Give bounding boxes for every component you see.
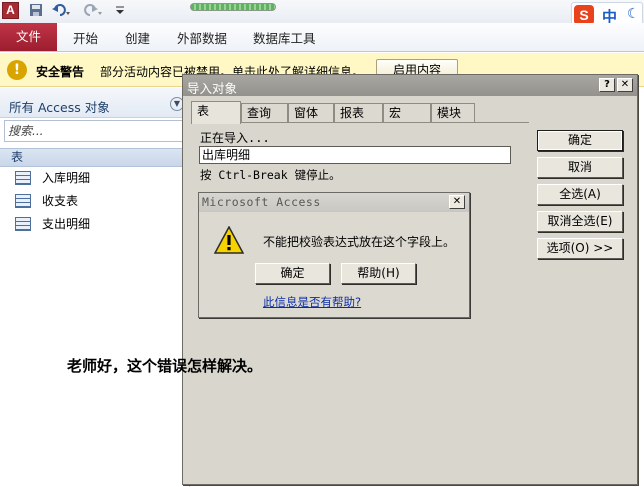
table-icon: [15, 171, 31, 185]
tab-tables[interactable]: 表: [191, 101, 241, 124]
moon-icon[interactable]: ☾: [627, 6, 640, 22]
access-app-icon[interactable]: A: [2, 2, 19, 19]
close-icon[interactable]: ✕: [617, 78, 633, 92]
activity-indicator: [190, 3, 276, 11]
sogou-logo-icon: S: [574, 5, 594, 25]
cancel-button[interactable]: 取消: [537, 157, 623, 178]
customize-qat-icon[interactable]: [114, 3, 126, 19]
security-warning-title: 安全警告: [36, 65, 85, 79]
help-icon[interactable]: ?: [599, 78, 615, 92]
ok-button[interactable]: 确定: [255, 263, 330, 284]
navigation-pane: 所有 Access 对象 ▼ 搜索... 表 入库明细 收支表 支出明细: [0, 88, 190, 487]
table-icon: [15, 217, 31, 231]
user-caption: 老师好，这个错误怎样解决。: [67, 357, 263, 375]
help-button[interactable]: 帮助(H): [341, 263, 416, 284]
screenshot-root: A S 中 ☾ 文件 开始 创建 外部数据 数据库工具 ! 安全警告 部分活动内…: [0, 0, 644, 487]
error-message-text: 不能把校验表达式放在这个字段上。: [263, 235, 456, 249]
tab-external-data[interactable]: 外部数据: [177, 27, 227, 51]
tab-database-tools[interactable]: 数据库工具: [253, 27, 316, 51]
dialog-title: 导入对象: [187, 81, 238, 96]
feedback-help-link[interactable]: 此信息是否有帮助?: [263, 294, 361, 310]
tab-modules[interactable]: 模块: [431, 103, 475, 123]
error-dialog-title: Microsoft Access: [202, 195, 321, 209]
options-button[interactable]: 选项(O) >>: [537, 238, 623, 259]
warning-icon: [213, 225, 245, 254]
ribbon-tabs: 文件 开始 创建 外部数据 数据库工具: [0, 23, 644, 52]
ok-button[interactable]: 确定: [537, 130, 623, 151]
quick-access-toolbar: A: [0, 0, 644, 23]
dialog-titlebar[interactable]: 导入对象 ? ✕: [183, 75, 637, 96]
nav-pane-header[interactable]: 所有 Access 对象 ▼: [0, 88, 190, 118]
select-all-button[interactable]: 全选(A): [537, 184, 623, 205]
nav-item-label: 收支表: [42, 194, 79, 208]
error-message-dialog: Microsoft Access ✕ 不能把校验表达式放在这个字段上。 确定 帮…: [198, 192, 470, 318]
nav-item-table[interactable]: 收支表: [0, 190, 190, 212]
nav-item-label: 支出明细: [42, 217, 91, 231]
tab-queries[interactable]: 查询: [241, 103, 288, 123]
tab-home[interactable]: 开始: [73, 27, 98, 51]
nav-search-input[interactable]: 搜索...: [4, 120, 186, 142]
deselect-all-button[interactable]: 取消全选(E): [537, 211, 623, 232]
importing-label: 正在导入...: [200, 131, 270, 145]
tab-macros[interactable]: 宏: [383, 103, 431, 123]
table-icon: [15, 194, 31, 208]
tab-forms[interactable]: 窗体: [288, 103, 334, 123]
redo-icon[interactable]: [82, 3, 104, 19]
tab-file[interactable]: 文件: [0, 23, 57, 51]
error-dialog-titlebar[interactable]: Microsoft Access ✕: [199, 193, 469, 212]
tab-create[interactable]: 创建: [125, 27, 150, 51]
close-icon[interactable]: ✕: [449, 195, 465, 209]
warning-icon: !: [7, 60, 27, 80]
tab-reports[interactable]: 报表: [334, 103, 383, 123]
save-icon[interactable]: [28, 3, 44, 19]
nav-item-table[interactable]: 支出明细: [0, 213, 190, 235]
stop-hint: 按 Ctrl-Break 键停止。: [200, 168, 341, 182]
undo-icon[interactable]: [50, 3, 72, 19]
current-table-field: 出库明细: [199, 146, 511, 164]
nav-item-table[interactable]: 入库明细: [0, 167, 190, 189]
nav-item-label: 入库明细: [42, 171, 91, 185]
nav-pane-title[interactable]: 所有 Access 对象: [9, 97, 110, 116]
nav-group-tables[interactable]: 表: [0, 148, 190, 167]
